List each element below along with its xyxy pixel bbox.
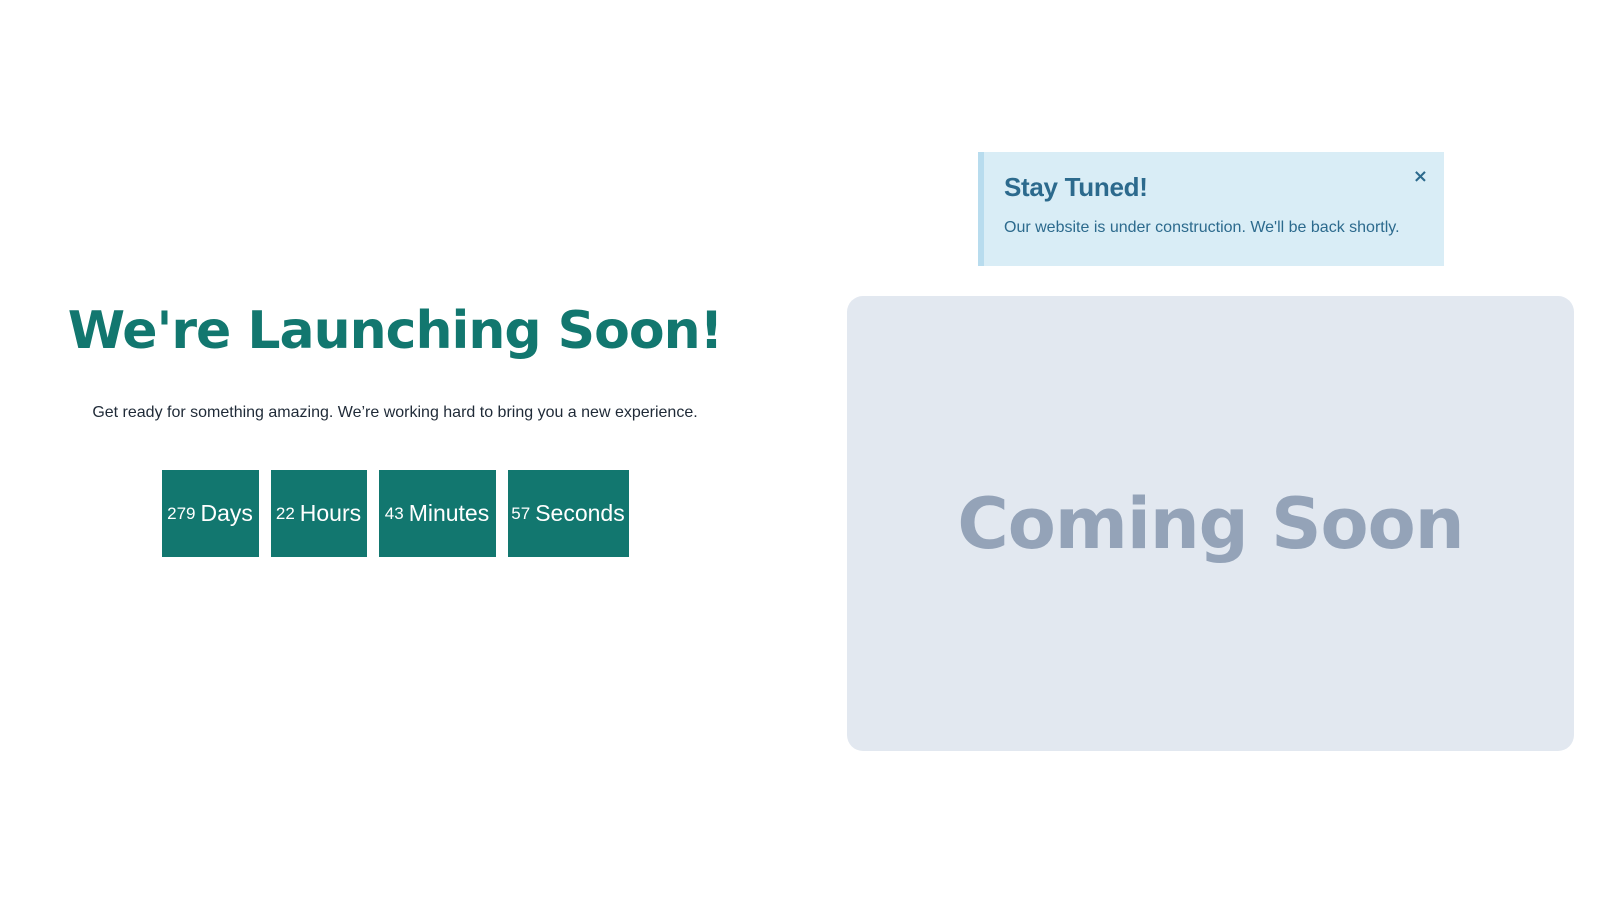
- page-title: We're Launching Soon!: [67, 301, 724, 361]
- alert-message: Our website is under construction. We'll…: [1004, 219, 1400, 236]
- countdown-minutes-label: Minutes: [408, 500, 490, 527]
- alert-title: Stay Tuned!: [1004, 172, 1148, 202]
- hero-section: We're Launching Soon! Get ready for some…: [40, 300, 750, 558]
- page-subtitle: Get ready for something amazing. We’re w…: [92, 404, 698, 422]
- countdown-timer: 279 Days 22 Hours 43 Minutes 57 Seconds: [40, 470, 750, 558]
- countdown-days: 279 Days: [161, 470, 259, 558]
- countdown-days-label: Days: [200, 500, 253, 527]
- countdown-seconds-value: 57: [511, 503, 531, 523]
- close-icon[interactable]: ×: [1413, 168, 1428, 186]
- page: We're Launching Soon! Get ready for some…: [0, 0, 1600, 900]
- countdown-minutes: 43 Minutes: [378, 470, 496, 558]
- countdown-hours-value: 22: [275, 503, 295, 523]
- placeholder-text: Coming Soon: [957, 482, 1464, 565]
- countdown-hours: 22 Hours: [270, 470, 367, 558]
- countdown-hours-label: Hours: [299, 500, 362, 527]
- countdown-minutes-value: 43: [384, 503, 404, 523]
- countdown-seconds: 57 Seconds: [507, 470, 629, 558]
- countdown-days-value: 279: [167, 503, 196, 523]
- stay-tuned-alert: Stay Tuned! Our website is under constru…: [978, 152, 1444, 266]
- coming-soon-placeholder: Coming Soon: [847, 296, 1574, 751]
- countdown-seconds-label: Seconds: [535, 500, 625, 527]
